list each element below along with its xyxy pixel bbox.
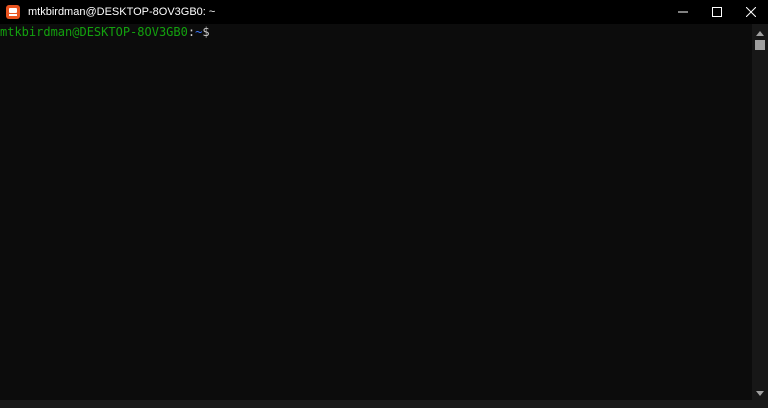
prompt-user-host: mtkbirdman@DESKTOP-8OV3GB0 [0,25,188,39]
minimize-icon [678,11,688,13]
maximize-icon [712,7,722,17]
prompt-line: mtkbirdman@DESKTOP-8OV3GB0:~$ [0,24,752,40]
scroll-down-icon [756,390,764,396]
scroll-thumb[interactable] [755,40,765,50]
prompt-symbol: $ [202,25,210,39]
title-bar[interactable]: mtkbirdman@DESKTOP-8OV3GB0: ~ [0,0,768,24]
scroll-up-button[interactable] [752,26,768,40]
terminal-output[interactable]: mtkbirdman@DESKTOP-8OV3GB0:~$ [0,24,752,400]
scroll-up-icon [756,30,764,36]
window-controls [666,0,768,24]
scroll-down-button[interactable] [752,386,768,400]
maximize-button[interactable] [700,0,734,24]
minimize-button[interactable] [666,0,700,24]
close-icon [746,7,756,17]
window-title: mtkbirdman@DESKTOP-8OV3GB0: ~ [28,6,216,18]
prompt-separator: : [187,25,196,39]
ubuntu-terminal-icon[interactable] [6,5,20,19]
taskbar-edge [0,400,768,408]
terminal-window: mtkbirdman@DESKTOP-8OV3GB0: ~ mtkbirdman… [0,0,768,408]
vertical-scrollbar[interactable] [752,24,768,400]
close-button[interactable] [734,0,768,24]
